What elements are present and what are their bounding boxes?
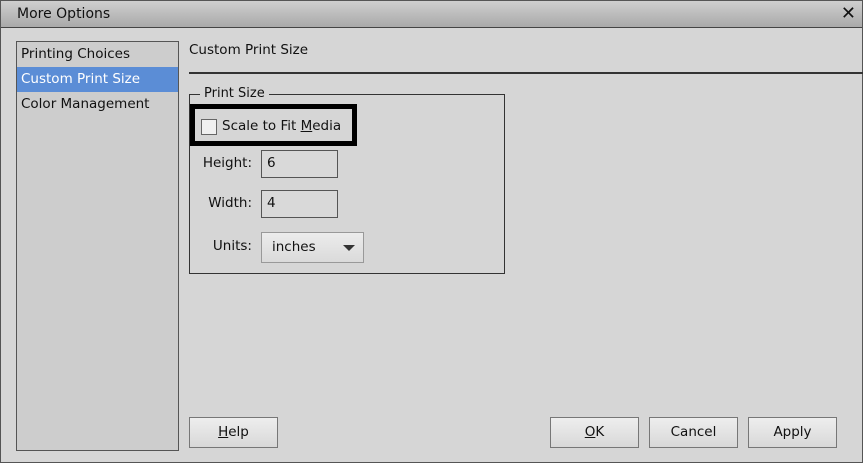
units-value: inches bbox=[272, 239, 316, 255]
label-text: edia bbox=[312, 118, 342, 134]
mnemonic: O bbox=[584, 424, 596, 440]
more-options-dialog: More Options ✕ Printing Choices Custom P… bbox=[0, 0, 863, 463]
label-text: elp bbox=[228, 424, 249, 440]
divider bbox=[189, 72, 863, 74]
label-text: K bbox=[595, 424, 605, 440]
units-label: Units: bbox=[212, 238, 252, 254]
apply-button[interactable]: Apply bbox=[748, 417, 837, 448]
sidebar: Printing Choices Custom Print Size Color… bbox=[16, 41, 179, 451]
help-button[interactable]: Help bbox=[189, 417, 278, 448]
page-title: Custom Print Size bbox=[189, 42, 309, 58]
close-icon[interactable]: ✕ bbox=[841, 3, 856, 24]
mnemonic: M bbox=[300, 118, 313, 134]
sidebar-item-printing-choices[interactable]: Printing Choices bbox=[17, 42, 178, 67]
sidebar-item-custom-print-size[interactable]: Custom Print Size bbox=[17, 67, 178, 92]
window-title: More Options bbox=[17, 6, 111, 22]
units-dropdown[interactable]: inches bbox=[261, 232, 364, 263]
mnemonic: H bbox=[218, 424, 229, 440]
scale-to-fit-checkbox[interactable] bbox=[201, 119, 217, 135]
cancel-button[interactable]: Cancel bbox=[649, 417, 738, 448]
width-label: Width: bbox=[208, 195, 252, 211]
width-input[interactable]: 4 bbox=[261, 190, 338, 218]
label-text: Scale to Fit bbox=[222, 118, 301, 134]
scale-to-fit-label[interactable]: Scale to Fit Media bbox=[222, 118, 341, 134]
sidebar-item-color-management[interactable]: Color Management bbox=[17, 92, 178, 117]
height-label: Height: bbox=[202, 155, 252, 171]
group-label: Print Size bbox=[200, 86, 269, 101]
ok-button[interactable]: OK bbox=[550, 417, 639, 448]
chevron-down-icon bbox=[343, 245, 355, 251]
title-bar: More Options ✕ bbox=[1, 1, 862, 28]
height-input[interactable]: 6 bbox=[261, 150, 338, 178]
